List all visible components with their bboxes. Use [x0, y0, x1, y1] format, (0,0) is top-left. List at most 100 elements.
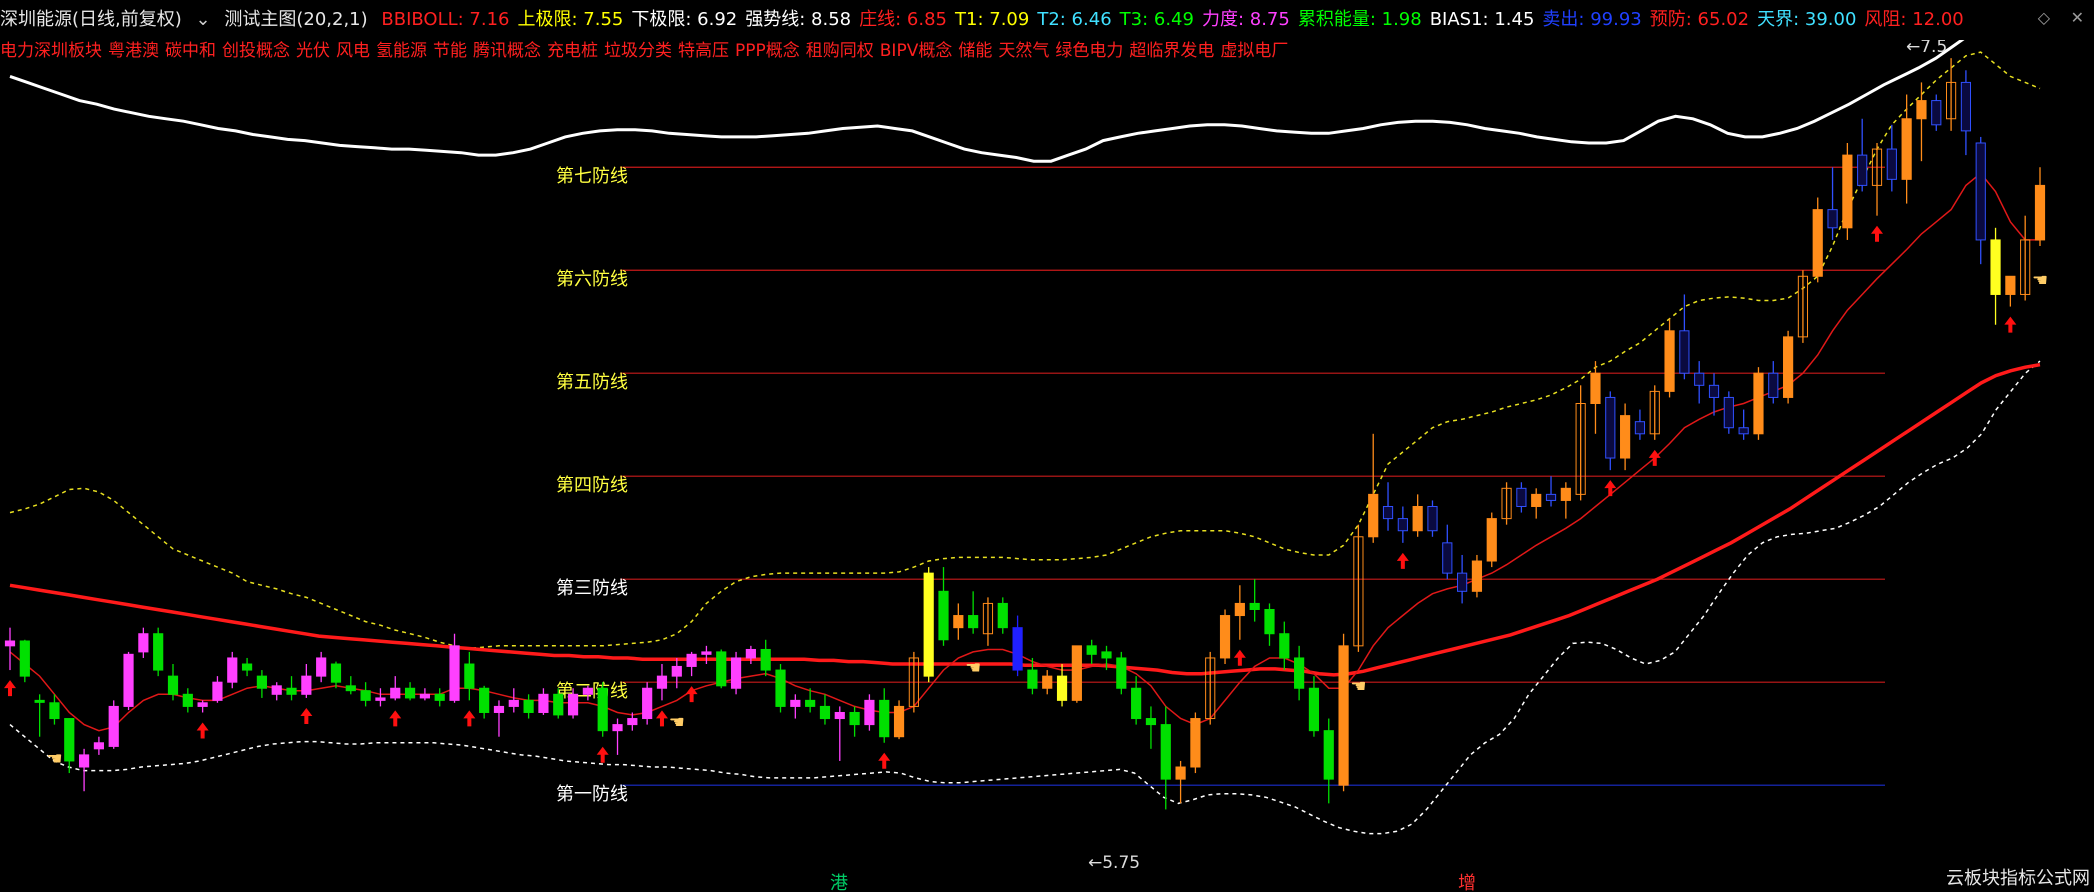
candle — [1545, 493, 1557, 501]
candle — [1397, 518, 1408, 532]
buy-arrow-icon — [463, 710, 476, 727]
indicator-field: 力度: 8.75 — [1201, 9, 1290, 30]
candle — [464, 663, 475, 689]
candle — [1916, 100, 1927, 120]
candle — [1560, 487, 1571, 501]
candle — [1086, 645, 1097, 655]
candle — [597, 687, 608, 732]
candle — [582, 687, 593, 695]
candle — [316, 657, 327, 677]
close-icon[interactable]: ✕ — [2071, 8, 2084, 27]
candle — [1131, 687, 1142, 720]
candle — [1975, 142, 1986, 241]
buy-arrow-icon — [655, 710, 668, 727]
candle — [434, 693, 445, 701]
concept-tag[interactable]: 粤港澳 — [108, 41, 159, 61]
hand-pointer-icon: ☚ — [1350, 676, 1366, 697]
candle — [1412, 505, 1423, 532]
indicator-field: 上极限: 7.55 — [517, 9, 624, 30]
concept-tag[interactable]: 氢能源 — [376, 41, 427, 61]
concept-tag[interactable]: 超临界发电 — [1129, 41, 1214, 61]
candle — [197, 702, 208, 707]
candle — [627, 718, 638, 726]
candle — [775, 669, 786, 707]
candle — [330, 663, 342, 683]
buy-arrow-icon — [878, 752, 891, 769]
candle — [93, 742, 104, 750]
candle — [790, 699, 801, 707]
indicator-field: T3: 6.49 — [1119, 9, 1194, 30]
indicator-field: 预防: 65.02 — [1649, 9, 1750, 30]
concept-tag[interactable]: 虚拟电厂 — [1220, 41, 1288, 61]
candle — [1901, 118, 1912, 180]
watermark-text: 云板块指标公式网 — [1946, 868, 2090, 889]
concept-tag[interactable]: 充电桩 — [547, 41, 598, 61]
candle — [538, 693, 549, 713]
candle — [1338, 645, 1349, 786]
candle — [1175, 766, 1186, 780]
concept-tag[interactable]: 天然气 — [998, 41, 1049, 61]
buy-arrow-icon — [1396, 552, 1409, 569]
candle — [1768, 372, 1779, 398]
candle — [1027, 669, 1038, 689]
candle — [745, 648, 756, 659]
indicator-field: 下极限: 6.92 — [631, 9, 738, 30]
hand-pointer-icon: ☚ — [46, 749, 62, 770]
buy-arrow-icon — [1871, 225, 1884, 242]
low-price-label: ←5.75 — [1088, 853, 1140, 873]
candle — [1382, 505, 1394, 520]
candle — [34, 699, 45, 703]
concept-tag[interactable]: 垃圾分类 — [604, 41, 672, 61]
candle — [345, 685, 356, 692]
candle — [1219, 615, 1231, 659]
concept-tag[interactable]: 风电 — [336, 41, 370, 61]
candle — [360, 690, 371, 701]
candle — [449, 645, 460, 701]
concept-tag[interactable]: 碳中和 — [165, 41, 216, 61]
candle — [938, 590, 949, 641]
buy-arrow-icon — [1604, 480, 1617, 497]
candle — [108, 705, 119, 747]
hand-pointer-icon: ☚ — [669, 712, 685, 733]
candle — [997, 602, 1008, 629]
candle — [493, 705, 505, 713]
candle — [1960, 81, 1972, 132]
buy-arrow-icon — [300, 707, 313, 724]
chart-window: 第七防线第六防线第五防线第四防线第三防线第二防线第一防线☚☚☚☚☚←5.75←7… — [0, 0, 2094, 892]
concept-tag[interactable]: 特高压 — [678, 41, 729, 61]
candle — [1071, 645, 1082, 701]
kline-plot[interactable]: 第七防线第六防线第五防线第四防线第三防线第二防线第一防线☚☚☚☚☚←5.75←7… — [0, 0, 2094, 892]
concept-tag[interactable]: PPP概念 — [735, 41, 800, 61]
indicator-name[interactable]: 测试主图(20,2,1) — [224, 9, 367, 30]
concept-tag[interactable]: 电力深圳板块 — [0, 41, 102, 61]
indicator-field: 天界: 39.00 — [1757, 9, 1857, 30]
candle — [1486, 518, 1497, 562]
candle — [182, 693, 193, 707]
concept-tag[interactable]: 绿色电力 — [1055, 41, 1123, 61]
buy-arrow-icon — [1648, 449, 1661, 466]
candle — [64, 718, 75, 762]
candle — [419, 693, 430, 699]
candle — [1101, 651, 1112, 659]
candle — [1886, 148, 1897, 180]
candle — [1738, 427, 1749, 435]
candle — [212, 681, 223, 701]
stock-title[interactable]: 深圳能源(日线,前复权) — [0, 9, 182, 30]
concept-tag[interactable]: 光伏 — [296, 41, 330, 61]
concept-tag[interactable]: 腾讯概念 — [473, 41, 541, 61]
candle — [834, 711, 845, 720]
candle — [271, 685, 282, 695]
concept-tag[interactable]: 创投概念 — [222, 41, 290, 61]
indicator-field: 庄线: 6.85 — [859, 9, 948, 30]
concept-tag[interactable]: BIPV概念 — [880, 41, 953, 61]
candle — [730, 657, 742, 689]
candle — [968, 615, 979, 629]
candle — [656, 675, 668, 689]
candle — [953, 615, 964, 629]
concept-tag[interactable]: 储能 — [958, 41, 992, 61]
diamond-icon[interactable]: ◇ — [2038, 8, 2050, 27]
concept-tag[interactable]: 租购同权 — [806, 41, 874, 61]
chevron-down-icon[interactable]: ⌄ — [196, 9, 211, 30]
hand-pointer-icon: ☚ — [2032, 270, 2048, 291]
concept-tag[interactable]: 节能 — [433, 41, 467, 61]
